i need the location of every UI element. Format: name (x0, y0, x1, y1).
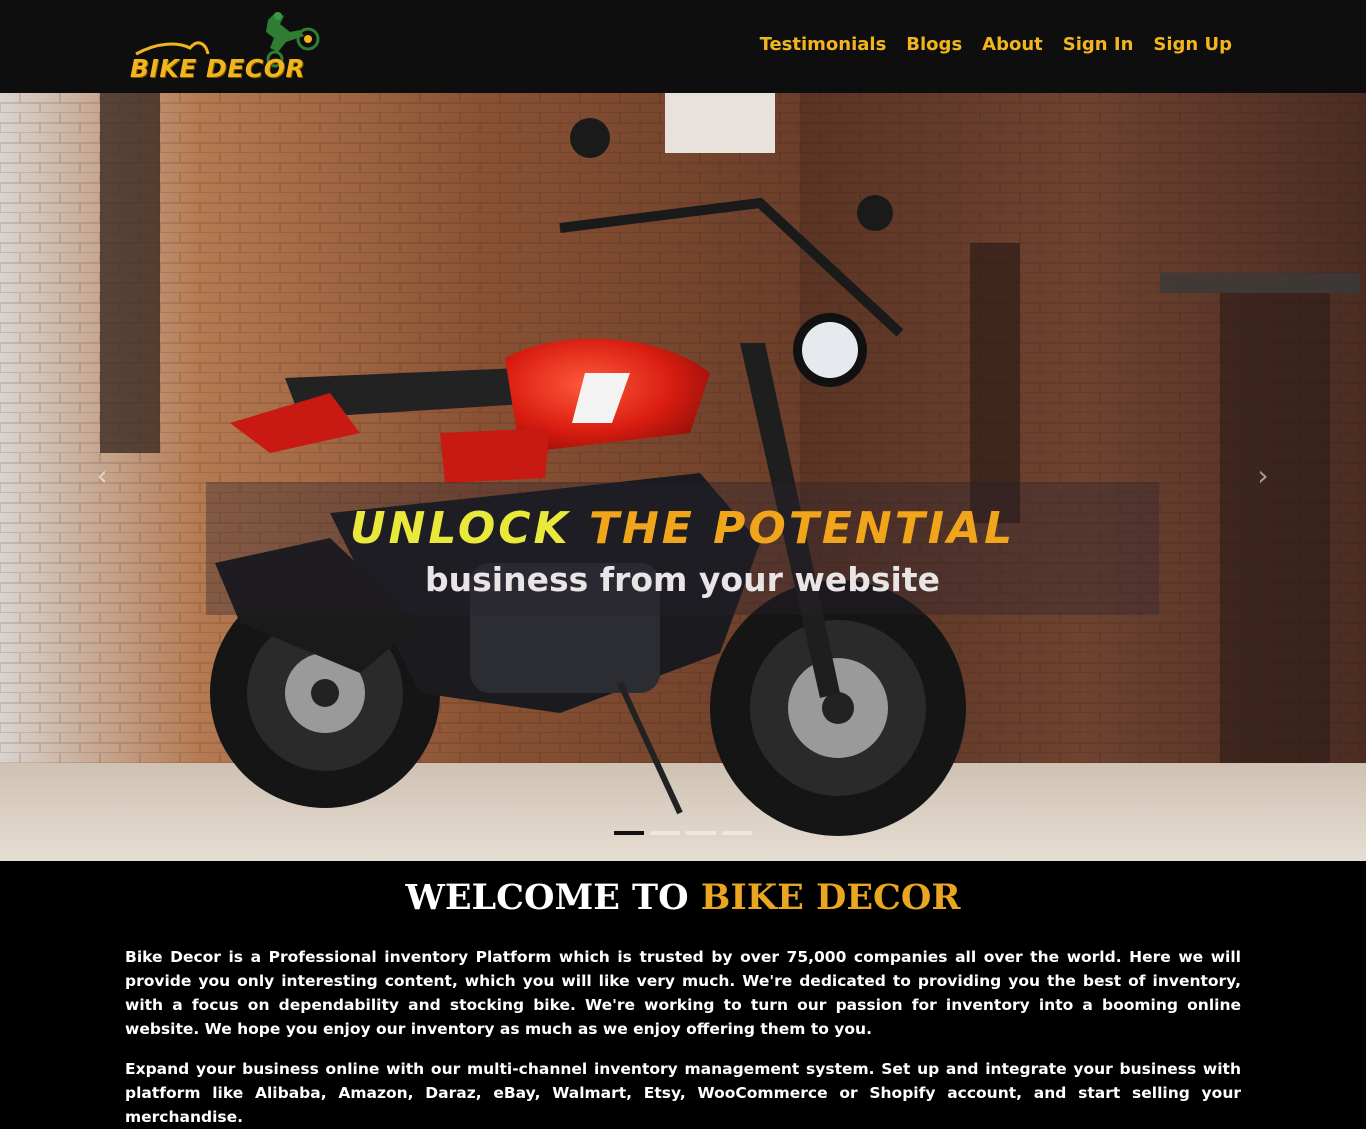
nav-link-sign-up[interactable]: Sign Up (1153, 34, 1232, 55)
carousel-indicator-1[interactable] (614, 831, 644, 835)
main-nav: Testimonials Blogs About Sign In Sign Up (760, 34, 1232, 55)
carousel-indicator-2[interactable] (650, 831, 680, 835)
chevron-right-icon: › (1257, 459, 1269, 492)
nav-link-testimonials[interactable]: Testimonials (760, 34, 887, 55)
chevron-left-icon: ‹ (96, 459, 108, 492)
carousel-indicator-4[interactable] (722, 831, 752, 835)
carousel-indicator-3[interactable] (686, 831, 716, 835)
nav-link-about[interactable]: About (982, 34, 1043, 55)
navbar: BIKE DECOR Testimonials Blogs About Sign… (0, 0, 1366, 93)
hero-title-part1: UNLOCK (349, 503, 571, 554)
welcome-title-white: WELCOME TO (405, 877, 689, 918)
hero-carousel: UNLOCK THE POTENTIAL business from your … (0, 93, 1366, 861)
welcome-paragraph-2: Expand your business online with our mul… (125, 1060, 1241, 1126)
nav-link-blogs[interactable]: Blogs (906, 34, 962, 55)
hero-motorcycle-image (0, 93, 1366, 861)
brand-name: BIKE DECOR (130, 54, 306, 83)
welcome-section: WELCOME TO BIKE DECOR Bike Decor is a Pr… (0, 861, 1366, 1127)
brand-logo[interactable]: BIKE DECOR (128, 8, 328, 86)
carousel-next-button[interactable]: › (1251, 461, 1275, 491)
carousel-indicators (614, 831, 752, 835)
carousel-prev-button[interactable]: ‹ (90, 461, 114, 491)
welcome-title: WELCOME TO BIKE DECOR (0, 877, 1366, 918)
hero-title-part2: THE POTENTIAL (588, 503, 1016, 554)
hero-subtitle: business from your website (425, 560, 940, 599)
welcome-paragraph-1: Bike Decor is a Professional inventory P… (125, 948, 1241, 1038)
welcome-title-gold: BIKE DECOR (700, 877, 961, 918)
nav-link-sign-in[interactable]: Sign In (1063, 34, 1134, 55)
hero-title: UNLOCK THE POTENTIAL (206, 503, 1159, 554)
